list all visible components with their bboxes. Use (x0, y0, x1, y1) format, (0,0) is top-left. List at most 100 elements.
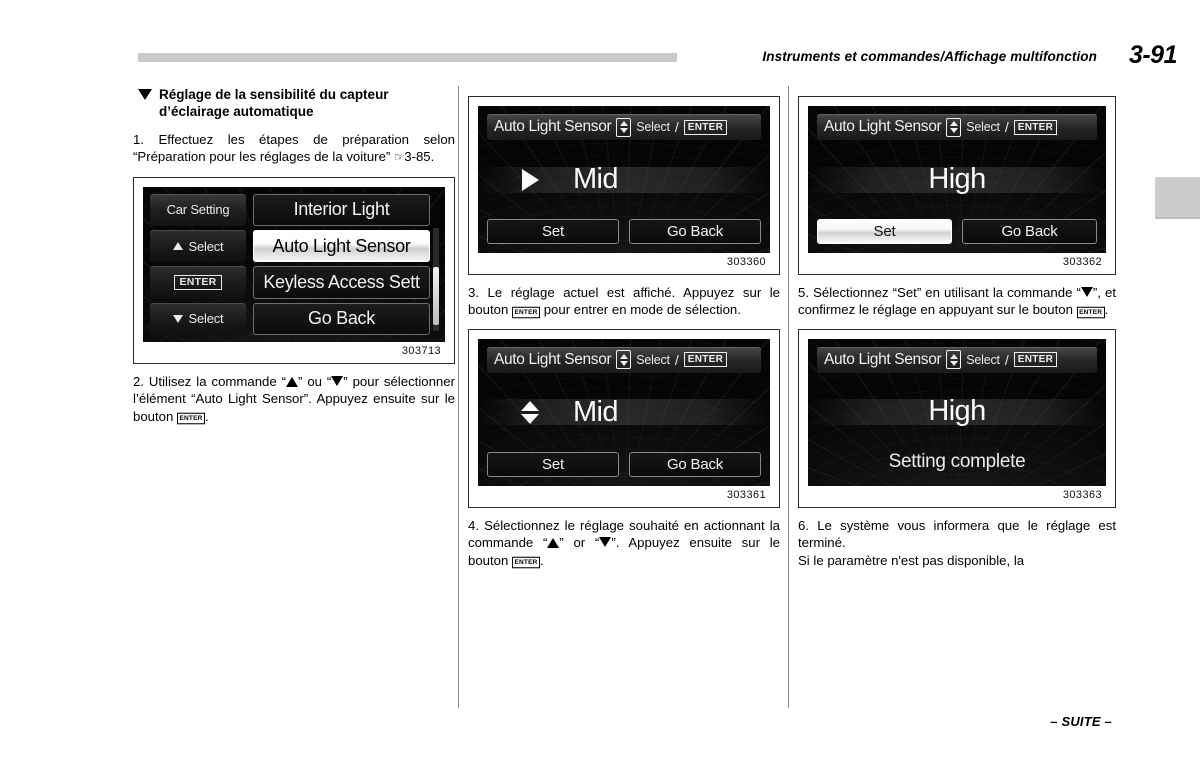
mfd-title-name: Auto Light Sensor (824, 350, 942, 368)
enter-chip-icon: ENTER (512, 556, 541, 568)
mfd-title-select: Select (636, 120, 670, 134)
mfd-title-bar: Auto Light Sensor Select / ENTER (487, 346, 761, 373)
figure-303360: Auto Light Sensor Select / ENTER Mid Set… (468, 96, 780, 275)
mfd-button-select-up-label: Select (188, 238, 224, 254)
mfd-go-back-button[interactable]: Go Back (629, 451, 761, 477)
mfd-go-back-button-label: Go Back (666, 455, 724, 473)
menu-item-keyless-access-sett-label: Keyless Access Sett (263, 271, 420, 292)
mfd-value-text: High (928, 395, 986, 428)
mfd-title-slash: / (674, 119, 679, 135)
mfd-value-zone: Mid (478, 373, 770, 452)
menu-item-interior-light[interactable]: Interior Light (253, 193, 430, 227)
mfd-title-slash: / (1004, 351, 1009, 368)
mfd-screen-setting-complete: Auto Light Sensor Select / ENTER High Se… (808, 338, 1106, 486)
figure-303361: Auto Light Sensor Select / ENTER Mid Set… (468, 328, 780, 508)
enter-chip-icon: ENTER (1076, 306, 1105, 318)
mfd-screen-mid-display: Auto Light Sensor Select / ENTER Mid Set… (478, 106, 770, 253)
mfd-set-button-label: Set (873, 223, 896, 240)
mfd-value-text: Mid (573, 163, 619, 195)
section-heading-line-2: d’éclairage automatique (159, 104, 314, 119)
mfd-button-car-setting-label: Car Setting (166, 202, 230, 218)
column-3: Auto Light Sensor Select / ENTER High Se… (798, 86, 1116, 569)
section-heading-line-1: Réglage de la sensibilité du capteur (159, 87, 389, 102)
arrow-down-icon (331, 375, 344, 386)
figure-303713: Car Setting Select ENTER Select Interior… (133, 176, 455, 364)
mfd-status-message: Setting complete (888, 450, 1026, 472)
mfd-button-row: Set Go Back (487, 219, 761, 244)
mfd-title-name: Auto Light Sensor (824, 118, 942, 135)
mfd-cursor-slot (487, 400, 573, 424)
mfd-set-button[interactable]: Set (487, 451, 619, 477)
enter-box-icon: ENTER (1013, 352, 1058, 368)
enter-box-icon: ENTER (174, 274, 222, 290)
step-2-text-d: . (205, 408, 209, 424)
section-heading: Réglage de la sensibilité du capteur d’é… (133, 86, 455, 120)
figure-id-303360: 303360 (726, 256, 766, 268)
mfd-button-row: Set Go Back (487, 451, 761, 477)
step-1-paragraph: 1. Effectuez les étapes de préparation s… (133, 131, 455, 167)
arrow-up-icon (547, 538, 560, 549)
mfd-button-car-setting[interactable]: Car Setting (150, 193, 246, 227)
mfd-cursor-slot (487, 168, 573, 191)
menu-scrollbar-thumb[interactable] (433, 266, 439, 325)
cursor-up-down-icon (521, 400, 539, 424)
enter-box-icon: ENTER (1013, 119, 1058, 135)
mfd-title-bar: Auto Light Sensor Select / ENTER (817, 346, 1097, 373)
menu-item-auto-light-sensor-label: Auto Light Sensor (272, 235, 411, 256)
menu-item-keyless-access-sett[interactable]: Keyless Access Sett (253, 266, 430, 299)
mfd-menu-list: Interior Light Auto Light Sensor Keyless… (253, 193, 439, 335)
page-header: Instruments et commandes/Affichage multi… (0, 41, 1200, 74)
mfd-button-enter[interactable]: ENTER (150, 266, 246, 299)
enter-chip-icon: ENTER (512, 306, 541, 318)
step-5-paragraph: 5. Sélectionnez “Set” en utilisant la co… (798, 284, 1116, 319)
mfd-go-back-button[interactable]: Go Back (962, 219, 1097, 244)
mfd-title-select: Select (966, 120, 1000, 134)
step-2-paragraph: 2. Utilisez la commande “” ou “” pour sé… (133, 373, 455, 425)
mfd-title-slash: / (674, 351, 679, 368)
header-rule (138, 53, 677, 62)
step-2-text-b: ” ou “ (298, 373, 332, 389)
up-down-chip-icon (616, 117, 632, 137)
step-2-text-a: 2. Utilisez la commande “ (133, 373, 287, 389)
menu-item-go-back-label: Go Back (308, 308, 375, 329)
mfd-go-back-button-label: Go Back (666, 223, 724, 240)
arrow-up-icon (172, 242, 183, 251)
chapter-edge-tab (1155, 177, 1200, 219)
up-down-chip-icon (946, 350, 962, 370)
step-1-text-b: 3-85. (404, 149, 435, 165)
page-number: 3-91 (1128, 41, 1178, 69)
mfd-value-text: High (928, 163, 986, 195)
menu-item-interior-light-label: Interior Light (293, 199, 390, 220)
menu-item-go-back[interactable]: Go Back (253, 302, 430, 335)
mfd-value-text: Mid (573, 395, 619, 428)
step-3-paragraph: 3. Le réglage actuel est affiché. Appuye… (468, 284, 780, 319)
mfd-screen-high-set-selected: Auto Light Sensor Select / ENTER High Se… (808, 106, 1106, 253)
figure-303362: Auto Light Sensor Select / ENTER High Se… (798, 96, 1116, 275)
step-5-text-c: . (1104, 302, 1109, 318)
mfd-screen-mid-select: Auto Light Sensor Select / ENTER Mid Set… (478, 338, 770, 486)
mfd-set-button[interactable]: Set (487, 219, 619, 244)
mfd-button-select-up[interactable]: Select (150, 230, 246, 263)
mfd-set-button-label: Set (542, 455, 564, 473)
up-down-chip-icon (616, 350, 632, 370)
mfd-title-select: Select (966, 352, 1000, 367)
mfd-title-bar: Auto Light Sensor Select / ENTER (487, 114, 761, 140)
mfd-value-zone: High (808, 373, 1106, 451)
enter-box-icon: ENTER (683, 119, 728, 135)
header-title: Instruments et commandes/Affichage multi… (762, 49, 1097, 64)
figure-id-303713: 303713 (401, 344, 441, 357)
mfd-go-back-button[interactable]: Go Back (629, 219, 761, 244)
mfd-button-select-down[interactable]: Select (150, 302, 246, 335)
mfd-title-bar: Auto Light Sensor Select / ENTER (817, 114, 1097, 140)
pointing-hand-icon: ☞ (393, 150, 405, 165)
mfd-value-row: Mid (487, 163, 761, 196)
step-6-paragraph: 6. Le système vous informera que le régl… (798, 517, 1116, 551)
mfd-screen-menu: Car Setting Select ENTER Select Interior… (143, 186, 445, 342)
menu-item-auto-light-sensor[interactable]: Auto Light Sensor (253, 230, 430, 263)
menu-scrollbar[interactable] (433, 227, 439, 331)
mfd-value-row: Mid (487, 396, 761, 429)
mfd-set-button[interactable]: Set (817, 219, 952, 244)
column-1: Réglage de la sensibilité du capteur d’é… (133, 86, 455, 425)
mfd-left-buttons: Car Setting Select ENTER Select (150, 193, 246, 335)
up-down-chip-icon (946, 117, 962, 137)
